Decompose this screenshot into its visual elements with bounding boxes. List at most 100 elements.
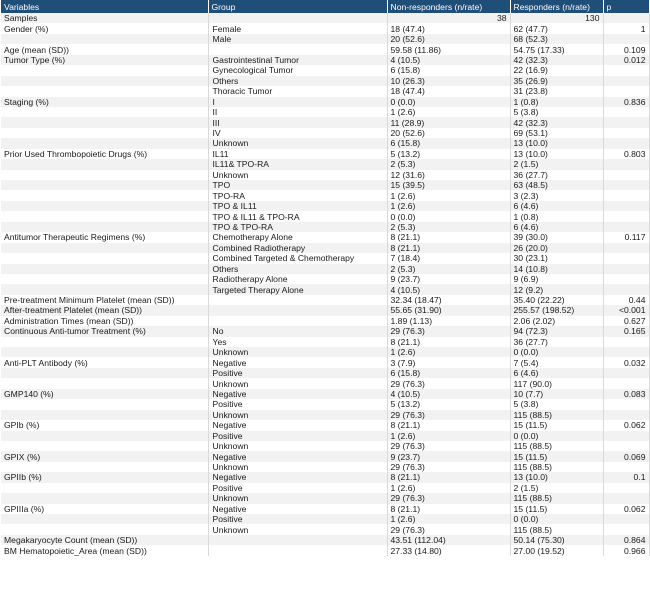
p-value-cell <box>603 273 650 285</box>
table-row: GPIb (%) Negative 8 (21.1) 15 (11.5) 0.062 <box>1 420 650 431</box>
variable-cell <box>1 253 209 264</box>
variable-cell <box>1 127 209 139</box>
group-cell: III <box>208 117 388 128</box>
p-value-cell: 0.012 <box>603 54 650 66</box>
variable-cell <box>1 284 209 295</box>
p-value-cell: 0.627 <box>603 315 650 327</box>
group-cell <box>208 305 388 316</box>
group-cell: Combined Targeted & Chemotherapy <box>208 253 388 264</box>
p-value-cell <box>603 263 650 274</box>
header-variables: Variables <box>1 0 209 13</box>
non-responders-cell: 18 (47.4) <box>387 23 511 34</box>
p-value-cell <box>603 524 650 535</box>
variable-cell <box>1 367 209 379</box>
variable-cell: Pre-treatment Minimum Platelet (mean (SD… <box>1 294 209 306</box>
table-row: Pre-treatment Minimum Platelet (mean (SD… <box>1 294 650 306</box>
group-cell: IL11 <box>208 148 388 160</box>
p-value-cell: <0.001 <box>603 305 650 316</box>
table-row: Unknown 29 (76.3) 115 (88.5) <box>1 409 650 421</box>
p-value-cell <box>603 117 650 128</box>
non-responders-cell: 8 (21.1) <box>387 420 511 431</box>
p-value-cell: 0.864 <box>603 534 650 546</box>
variable-cell: GPIX (%) <box>1 451 209 462</box>
table-row: Unknown 29 (76.3) 115 (88.5) <box>1 493 650 504</box>
non-responders-cell: 29 (76.3) <box>387 493 511 504</box>
variable-cell <box>1 211 209 222</box>
group-cell: Gastrointestinal Tumor <box>208 54 388 66</box>
p-value-cell <box>603 159 650 170</box>
variable-cell <box>1 242 209 254</box>
samples-label: Samples <box>1 13 209 24</box>
variable-cell: GPIIb (%) <box>1 472 209 483</box>
non-responders-cell: 1.89 (1.13) <box>387 315 511 327</box>
variable-cell <box>1 482 209 494</box>
p-value-cell: 0.836 <box>603 96 650 107</box>
variable-cell <box>1 263 209 274</box>
table-row: Combined Radiotherapy 8 (21.1) 26 (20.0) <box>1 242 650 254</box>
group-cell: Negative <box>208 420 388 431</box>
table-row: Continuous Anti-tumor Treatment (%) No 29 … <box>1 326 650 337</box>
non-responders-cell: 4 (10.5) <box>387 388 511 400</box>
table-row: Administration Times (mean (SD)) 1.89 (1.… <box>1 315 650 327</box>
variable-cell: GMP140 (%) <box>1 388 209 400</box>
group-cell: II <box>208 106 388 118</box>
table-row: Others 2 (5.3) 14 (10.8) <box>1 263 650 274</box>
p-value-cell: 0.803 <box>603 148 650 160</box>
responders-cell: 69 (53.1) <box>510 127 604 139</box>
responders-cell: 10 (7.7) <box>510 388 604 400</box>
responders-cell: 6 (4.6) <box>510 221 604 233</box>
table-row: TPO & IL11 1 (2.6) 6 (4.6) <box>1 200 650 212</box>
p-value-cell <box>603 180 650 191</box>
p-value-cell <box>603 211 650 222</box>
non-responders-cell: 29 (76.3) <box>387 326 511 337</box>
variable-cell <box>1 493 209 504</box>
group-cell: No <box>208 326 388 337</box>
group-cell: TPO-RA <box>208 190 388 201</box>
non-responders-cell: 1 (2.6) <box>387 482 511 494</box>
table-row: Positive 6 (15.8) 6 (4.6) <box>1 367 650 379</box>
non-responders-cell: 6 (15.8) <box>387 65 511 76</box>
table-row: Positive 1 (2.6) 0 (0.0) <box>1 514 650 525</box>
responders-cell: 6 (4.6) <box>510 367 604 379</box>
group-cell: I <box>208 96 388 107</box>
variable-cell: Age (mean (SD)) <box>1 44 209 55</box>
responders-cell: 115 (88.5) <box>510 409 604 421</box>
variable-cell <box>1 378 209 389</box>
responders-cell: 63 (48.5) <box>510 180 604 191</box>
group-cell: Gynecological Tumor <box>208 65 388 76</box>
header-responders: Responders (n/rate) <box>510 0 604 13</box>
responders-cell: 35 (26.9) <box>510 75 604 87</box>
group-cell: Positive <box>208 430 388 441</box>
p-value-cell <box>603 347 650 358</box>
samples-group <box>208 13 388 24</box>
table-row: Unknown 12 (31.6) 36 (27.7) <box>1 169 650 180</box>
non-responders-cell: 1 (2.6) <box>387 200 511 212</box>
table-row: Unknown 29 (76.3) 117 (90.0) <box>1 378 650 389</box>
group-cell: Chemotherapy Alone <box>208 232 388 243</box>
group-cell: Yes <box>208 336 388 347</box>
group-cell: Unknown <box>208 378 388 389</box>
non-responders-cell: 59.58 (11.86) <box>387 44 511 55</box>
non-responders-cell: 20 (52.6) <box>387 127 511 139</box>
p-value-cell <box>603 440 650 452</box>
responders-cell: 6 (4.6) <box>510 200 604 212</box>
variable-cell: BM Hematopoietic_Area (mean (SD)) <box>1 545 209 556</box>
responders-cell: 9 (6.9) <box>510 273 604 285</box>
non-responders-cell: 2 (5.3) <box>387 221 511 233</box>
variable-cell <box>1 65 209 76</box>
p-value-cell <box>603 253 650 264</box>
group-cell: Radiotherapy Alone <box>208 273 388 285</box>
table-row: BM Hematopoietic_Area (mean (SD)) 27.33 (… <box>1 545 650 556</box>
group-cell: Positive <box>208 482 388 494</box>
p-value-cell <box>603 482 650 494</box>
table-row: GPIIIa (%) Negative 8 (21.1) 15 (11.5) 0.062 <box>1 503 650 514</box>
non-responders-cell: 2 (5.3) <box>387 159 511 170</box>
table-row: TPO-RA 1 (2.6) 3 (2.3) <box>1 190 650 201</box>
responders-cell: 2 (1.5) <box>510 159 604 170</box>
group-cell: Others <box>208 75 388 87</box>
variable-cell: After-treatment Platelet (mean (SD)) <box>1 305 209 316</box>
non-responders-cell: 55.65 (31.90) <box>387 305 511 316</box>
p-value-cell: 0.966 <box>603 545 650 556</box>
non-responders-cell: 6 (15.8) <box>387 367 511 379</box>
group-cell: Female <box>208 23 388 34</box>
